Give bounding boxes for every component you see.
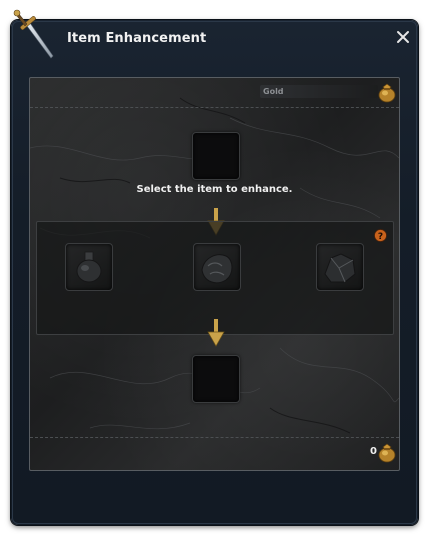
material-slot-ore[interactable] <box>193 243 241 291</box>
potion-icon <box>76 251 102 283</box>
arrow-down-icon <box>207 319 225 347</box>
window-title: Item Enhancement <box>67 31 207 46</box>
gold-bag-icon <box>378 443 396 463</box>
ore-icon <box>201 254 233 284</box>
target-item-slot[interactable] <box>192 132 240 180</box>
result-item-slot <box>192 355 240 403</box>
gold-bag-icon <box>378 83 396 103</box>
sword-icon <box>13 9 54 59</box>
close-icon[interactable] <box>396 30 410 44</box>
gold-cost-value: 0 <box>370 446 377 457</box>
crystal-ore-icon <box>324 253 356 283</box>
gold-header: Gold <box>30 78 399 108</box>
material-slot-crystal-ore[interactable] <box>316 243 364 291</box>
enhancement-panel: Gold Select the item to enhance. ? 0 <box>29 77 400 471</box>
gold-field: Gold <box>260 85 378 98</box>
instruction-text: Select the item to enhance. <box>136 184 293 195</box>
help-icon[interactable]: ? <box>374 229 387 242</box>
footer-divider <box>30 437 399 439</box>
gold-label: Gold <box>263 87 284 96</box>
material-slot-potion[interactable] <box>65 243 113 291</box>
materials-band: ? <box>36 221 394 335</box>
svg-text:?: ? <box>378 232 383 242</box>
